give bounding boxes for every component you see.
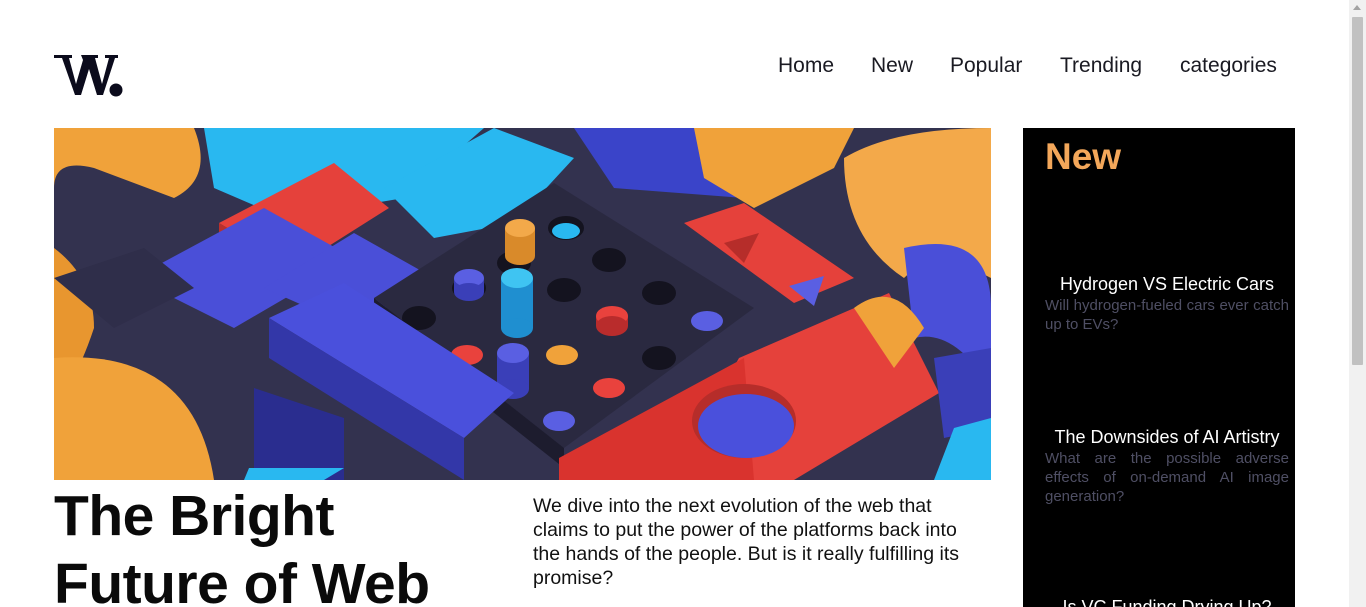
sidebar-article[interactable]: Is VC Funding Drying Up?: [1045, 596, 1289, 607]
sidebar-article-title[interactable]: Hydrogen VS Electric Cars: [1045, 273, 1289, 295]
nav-categories-link[interactable]: categories: [1180, 53, 1277, 79]
nav-popular-link[interactable]: Popular: [950, 53, 1022, 79]
page-scrollbar[interactable]: [1349, 0, 1366, 607]
sidebar-article[interactable]: Hydrogen VS Electric Cars Will hydrogen-…: [1045, 273, 1289, 334]
article-headline: The Bright Future of Web: [54, 484, 430, 607]
scrollbar-thumb[interactable]: [1352, 17, 1363, 365]
hero-blocks-illustration: [54, 128, 991, 480]
hero-image: [54, 128, 991, 480]
page: Home New Popular Trending categories The…: [0, 0, 1349, 607]
sidebar-new: New Hydrogen VS Electric Cars Will hydro…: [1023, 128, 1295, 607]
sidebar-article-title[interactable]: Is VC Funding Drying Up?: [1045, 596, 1289, 607]
nav-new-link[interactable]: New: [871, 53, 913, 79]
sidebar-article-title[interactable]: The Downsides of AI Artistry: [1045, 426, 1289, 448]
nav-home-link[interactable]: Home: [778, 53, 834, 79]
article-deck: We dive into the next evolution of the w…: [533, 495, 959, 589]
main-nav: Home New Popular Trending categories: [0, 53, 1279, 81]
nav-trending-link[interactable]: Trending: [1060, 53, 1142, 79]
sidebar-article-desc: What are the possible adverse effects of…: [1045, 450, 1289, 505]
sidebar-article[interactable]: The Downsides of AI Artistry What are th…: [1045, 426, 1289, 506]
sidebar-article-desc: Will hydrogen-fueled cars ever catch up …: [1045, 297, 1289, 333]
arrow-up-icon[interactable]: [1353, 5, 1361, 10]
sidebar-title: New: [1045, 136, 1122, 177]
